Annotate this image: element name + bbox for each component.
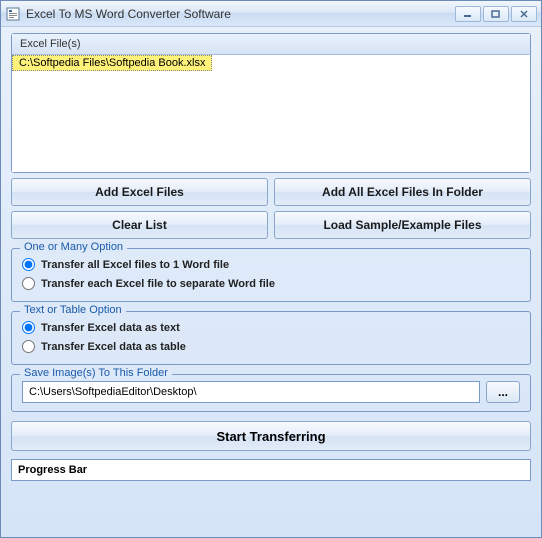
radio-as-table[interactable]: [22, 340, 35, 353]
file-list[interactable]: C:\Softpedia Files\Softpedia Book.xlsx: [12, 55, 530, 172]
titlebar: Excel To MS Word Converter Software: [1, 1, 541, 27]
radio-as-text[interactable]: [22, 321, 35, 334]
radio-one-word-file-label[interactable]: Transfer all Excel files to 1 Word file: [41, 259, 229, 271]
load-sample-button[interactable]: Load Sample/Example Files: [274, 211, 531, 239]
text-or-table-title: Text or Table Option: [20, 304, 126, 316]
radio-separate-word-files[interactable]: [22, 277, 35, 290]
one-or-many-title: One or Many Option: [20, 241, 127, 253]
one-or-many-fieldset: One or Many Option Transfer all Excel fi…: [11, 248, 531, 302]
minimize-button[interactable]: [455, 6, 481, 22]
browse-button[interactable]: ...: [486, 381, 520, 403]
start-transferring-button[interactable]: Start Transferring: [11, 421, 531, 451]
add-folder-button[interactable]: Add All Excel Files In Folder: [274, 178, 531, 206]
file-list-header: Excel File(s): [12, 34, 530, 55]
content-area: Excel File(s) C:\Softpedia Files\Softped…: [1, 27, 541, 537]
radio-as-table-label[interactable]: Transfer Excel data as table: [41, 341, 186, 353]
window-controls: [455, 6, 537, 22]
maximize-button[interactable]: [483, 6, 509, 22]
app-icon: [5, 6, 21, 22]
clear-list-button[interactable]: Clear List: [11, 211, 268, 239]
add-excel-files-button[interactable]: Add Excel Files: [11, 178, 268, 206]
radio-one-word-file[interactable]: [22, 258, 35, 271]
progress-label: Progress Bar: [18, 464, 87, 476]
save-folder-fieldset: Save Image(s) To This Folder ...: [11, 374, 531, 412]
file-list-panel: Excel File(s) C:\Softpedia Files\Softped…: [11, 33, 531, 173]
window-title: Excel To MS Word Converter Software: [26, 7, 455, 21]
radio-separate-word-files-label[interactable]: Transfer each Excel file to separate Wor…: [41, 278, 275, 290]
close-button[interactable]: [511, 6, 537, 22]
text-or-table-fieldset: Text or Table Option Transfer Excel data…: [11, 311, 531, 365]
progress-bar: Progress Bar: [11, 459, 531, 481]
app-window: Excel To MS Word Converter Software Exce…: [0, 0, 542, 538]
radio-as-text-label[interactable]: Transfer Excel data as text: [41, 322, 180, 334]
save-folder-title: Save Image(s) To This Folder: [20, 367, 172, 379]
save-path-input[interactable]: [22, 381, 480, 403]
file-list-item[interactable]: C:\Softpedia Files\Softpedia Book.xlsx: [12, 55, 212, 71]
